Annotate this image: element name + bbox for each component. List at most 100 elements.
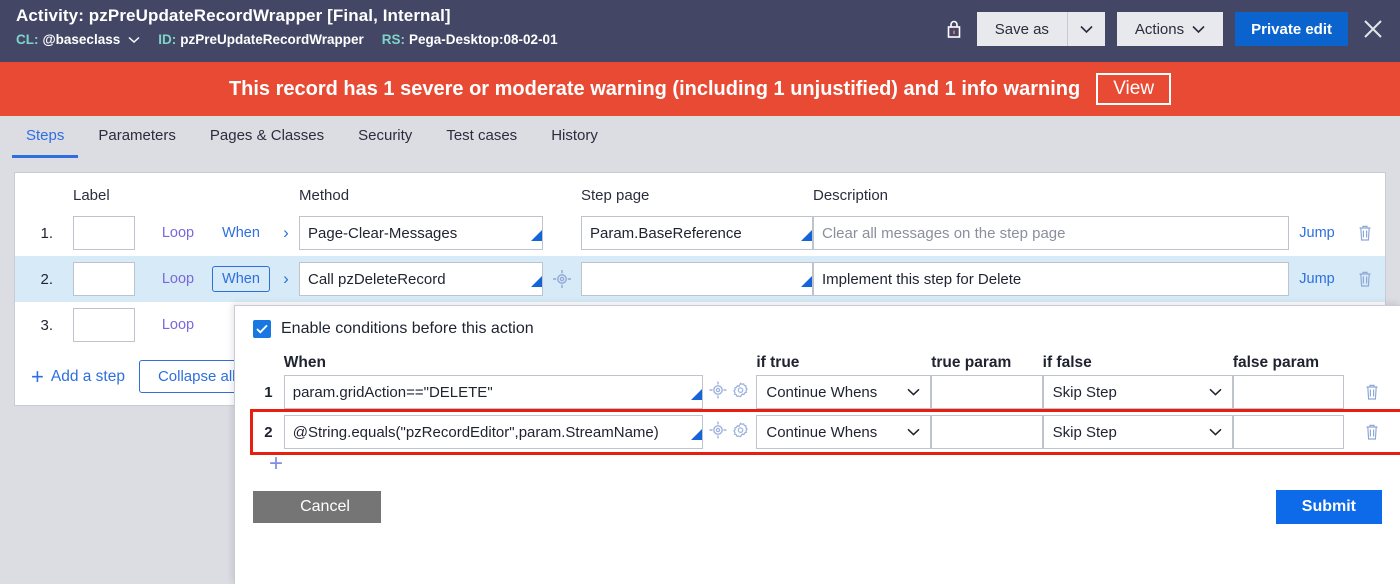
expand-corner-icon[interactable] (801, 229, 812, 241)
step-jump-link[interactable]: Jump (1289, 225, 1345, 241)
step-loop-link[interactable]: Loop (147, 225, 209, 241)
if-true-select[interactable]: Continue Whens (756, 415, 932, 449)
step-loop-link[interactable]: Loop (147, 271, 209, 287)
trash-icon[interactable] (1344, 423, 1400, 441)
step-page-field (581, 216, 813, 250)
gear-icon[interactable] (731, 421, 750, 444)
step-description-input[interactable] (813, 262, 1289, 296)
if-true-value: Continue Whens (766, 423, 878, 441)
condition-when-input[interactable] (283, 375, 703, 409)
chevron-right-icon[interactable]: › (273, 269, 299, 289)
condition-when-field (283, 375, 703, 409)
target-icon[interactable] (708, 380, 728, 404)
col-label: Label (73, 187, 110, 204)
if-false-value: Skip Step (1052, 383, 1117, 401)
tab-history[interactable]: History (537, 116, 612, 158)
true-param-input[interactable] (931, 415, 1043, 449)
close-icon[interactable] (1360, 16, 1386, 42)
step-method-input[interactable] (299, 216, 543, 250)
true-param-input[interactable] (931, 375, 1043, 409)
step-page-input[interactable] (581, 262, 813, 296)
step-number: 1. (40, 224, 53, 242)
view-warnings-button[interactable]: View (1096, 73, 1172, 105)
step-label-input[interactable] (73, 308, 135, 342)
add-condition-button[interactable]: + (253, 452, 1400, 476)
table-row[interactable]: 2. Loop When › Call pzDeleteRecord Imple… (15, 256, 1385, 302)
expand-corner-icon[interactable] (531, 229, 542, 241)
trash-icon[interactable] (1345, 270, 1385, 288)
enable-conditions-row[interactable]: Enable conditions before this action (235, 306, 1400, 338)
add-step-button[interactable]: + Add a step (31, 365, 125, 387)
if-false-select[interactable]: Skip Step (1042, 375, 1233, 409)
chevron-down-icon (1192, 25, 1205, 33)
step-label-input[interactable] (73, 262, 135, 296)
false-param-input[interactable] (1232, 375, 1345, 409)
expand-corner-icon[interactable] (690, 428, 702, 440)
submit-button[interactable]: Submit (1275, 490, 1382, 524)
class-value[interactable]: @baseclass (43, 32, 121, 47)
header-metadata: CL: @baseclass ID: pzPreUpdateRecordWrap… (16, 32, 572, 47)
tab-pages-and-classes[interactable]: Pages & Classes (196, 116, 338, 158)
trash-icon[interactable] (1345, 224, 1385, 242)
actions-button[interactable]: Actions (1116, 12, 1224, 46)
expand-corner-icon[interactable] (690, 388, 702, 400)
actions-label: Actions (1134, 20, 1185, 38)
condition-when-input[interactable] (283, 415, 703, 449)
id-value: pzPreUpdateRecordWrapper (180, 32, 364, 47)
step-jump-link[interactable]: Jump (1289, 271, 1345, 287)
cancel-button[interactable]: Cancel (253, 491, 381, 523)
target-icon[interactable] (543, 269, 581, 289)
step-loop-link[interactable]: Loop (147, 317, 209, 333)
step-page-input[interactable] (581, 216, 813, 250)
class-chevron-down-icon[interactable] (128, 32, 140, 47)
table-row[interactable]: 1. Loop When › Jump (15, 210, 1385, 256)
gear-icon[interactable] (731, 381, 750, 404)
warning-message: This record has 1 severe or moderate war… (228, 77, 1081, 100)
step-number: 2. (40, 270, 53, 288)
step-description-input[interactable] (813, 216, 1289, 250)
step-label-input[interactable] (73, 216, 135, 250)
step-method-field (299, 216, 543, 250)
tab-bar: Steps Parameters Pages & Classes Securit… (0, 116, 1400, 158)
conditions-column-headers: When if true true param if false false p… (253, 354, 1400, 372)
condition-row[interactable]: 2 @String.equals("pzRecordEditor",param.… (250, 409, 1400, 455)
if-false-select[interactable]: Skip Step (1042, 415, 1233, 449)
save-as-dropdown-button[interactable] (1067, 12, 1105, 46)
panel-footer: Cancel Submit (235, 476, 1400, 524)
expand-corner-icon[interactable] (531, 275, 542, 287)
step-label-field-wrap (61, 216, 147, 250)
chevron-right-icon[interactable]: › (273, 223, 299, 243)
trash-icon[interactable] (1344, 383, 1400, 401)
step-when-link[interactable]: When (209, 225, 273, 241)
if-true-select[interactable]: Continue Whens (756, 375, 932, 409)
tab-parameters[interactable]: Parameters (84, 116, 190, 158)
step-number: 3. (40, 316, 53, 334)
step-when-button[interactable]: When (212, 266, 270, 292)
col-when: When (283, 354, 326, 371)
chevron-down-icon (907, 385, 920, 399)
false-param-input[interactable] (1232, 415, 1345, 449)
tab-security[interactable]: Security (344, 116, 426, 158)
step-method-input[interactable] (299, 262, 543, 296)
save-as-button[interactable]: Save as (976, 12, 1068, 46)
col-step-page: Step page (581, 187, 650, 204)
tab-test-cases[interactable]: Test cases (432, 116, 531, 158)
condition-row[interactable]: 1 param.gridAction=="DELETE" Continue Wh… (253, 372, 1400, 412)
condition-number: 2 (264, 423, 273, 441)
chevron-down-icon (1209, 385, 1222, 399)
conditions-table: When if true true param if false false p… (235, 338, 1400, 476)
chevron-down-icon (1209, 425, 1222, 439)
target-icon[interactable] (708, 420, 728, 444)
tab-steps[interactable]: Steps (12, 116, 79, 158)
conditions-panel: Enable conditions before this action Whe… (234, 305, 1400, 584)
chevron-down-icon (1080, 25, 1093, 33)
chevron-down-icon (907, 425, 920, 439)
lock-icon[interactable] (943, 17, 965, 41)
private-edit-button[interactable]: Private edit (1235, 12, 1348, 46)
col-if-true: if true (756, 354, 800, 371)
col-method: Method (299, 187, 350, 204)
header-info: Activity: pzPreUpdateRecordWrapper [Fina… (16, 0, 572, 47)
save-as-split-button: Save as (976, 12, 1105, 46)
enable-conditions-checkbox[interactable] (253, 320, 271, 338)
expand-corner-icon[interactable] (801, 275, 812, 287)
